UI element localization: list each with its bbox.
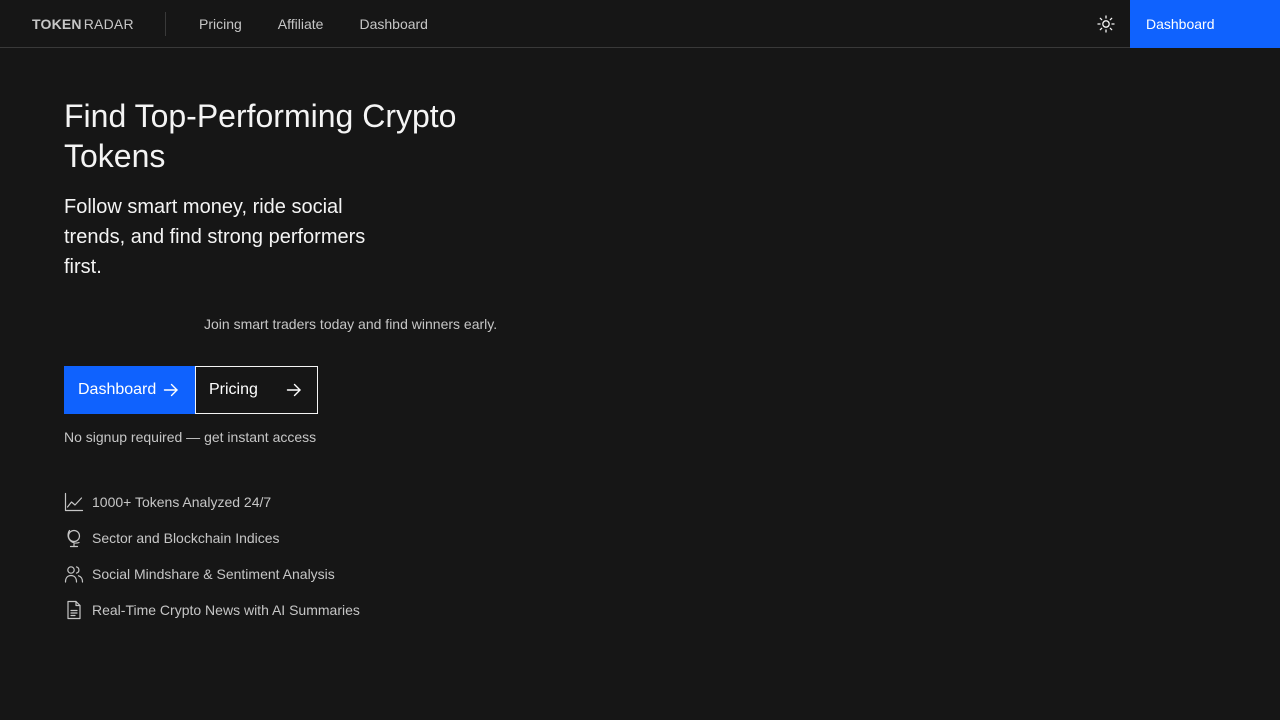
theme-toggle-button[interactable] [1082, 0, 1130, 48]
hero-dashboard-button-label: Dashboard [78, 381, 157, 398]
feature-label: Social Mindshare & Sentiment Analysis [92, 566, 335, 582]
feature-item: 1000+ Tokens Analyzed 24/7 [64, 490, 360, 514]
arrow-right-icon [285, 381, 303, 399]
feature-list: 1000+ Tokens Analyzed 24/7 Sector and Bl… [64, 490, 360, 634]
feature-label: Real-Time Crypto News with AI Summaries [92, 602, 360, 618]
hero-pricing-button-label: Pricing [209, 381, 258, 398]
feature-item: Sector and Blockchain Indices [64, 526, 360, 550]
hero-subtitle: Follow smart money, ride social trends, … [64, 196, 366, 278]
chart-icon [64, 492, 84, 512]
brand-logo[interactable]: TOKEN RADAR [32, 0, 134, 48]
header-dashboard-button[interactable]: Dashboard [1130, 0, 1280, 48]
globe-icon [64, 528, 84, 548]
hero-pricing-button[interactable]: Pricing [195, 366, 318, 414]
hero-title: Find Top-Performing Crypto Tokens [64, 98, 457, 174]
feature-label: Sector and Blockchain Indices [92, 530, 280, 546]
hero-dashboard-button[interactable]: Dashboard [64, 366, 195, 414]
join-text: Join smart traders today and find winner… [204, 316, 498, 332]
document-icon [64, 600, 84, 620]
brand-name-part2: RADAR [83, 16, 134, 32]
signup-note: No signup required — get instant access [64, 429, 317, 445]
nav-link-dashboard[interactable]: Dashboard [343, 0, 444, 48]
feature-item: Social Mindshare & Sentiment Analysis [64, 562, 360, 586]
top-navbar: TOKEN RADAR Pricing Affiliate Dashboard … [0, 0, 1280, 48]
main-nav: Pricing Affiliate Dashboard [183, 0, 444, 48]
feature-item: Real-Time Crypto News with AI Summaries [64, 598, 360, 622]
nav-link-pricing[interactable]: Pricing [183, 0, 258, 48]
header-divider [165, 12, 166, 36]
users-icon [64, 564, 84, 584]
sun-icon [1097, 15, 1115, 33]
nav-link-affiliate[interactable]: Affiliate [262, 0, 340, 48]
arrow-right-icon [162, 381, 180, 399]
feature-label: 1000+ Tokens Analyzed 24/7 [92, 494, 272, 510]
brand-name-part1: TOKEN [32, 16, 82, 32]
